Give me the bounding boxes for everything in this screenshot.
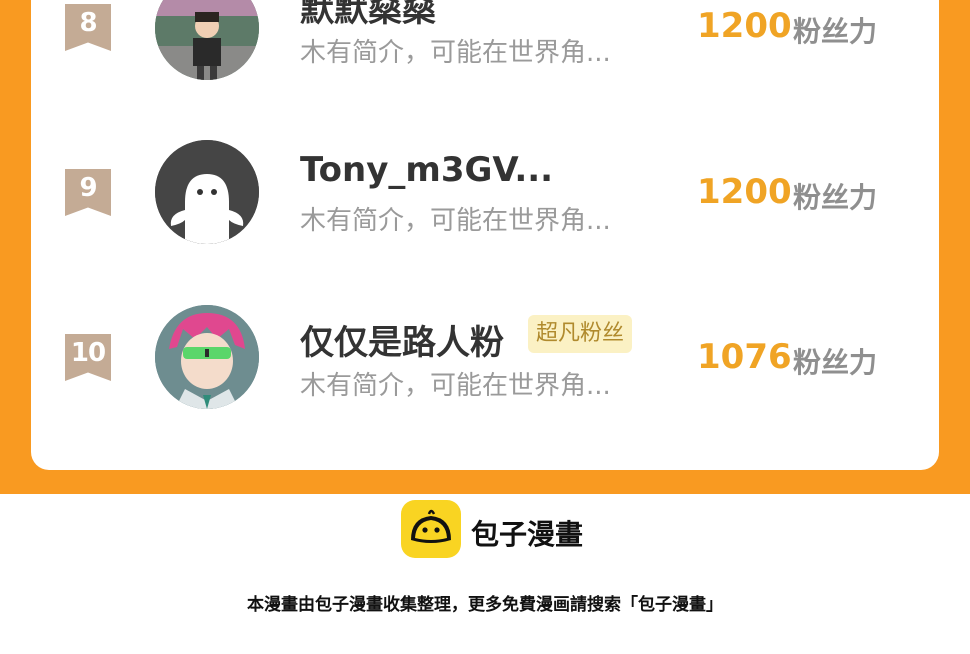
child-photo-avatar-icon bbox=[155, 0, 259, 80]
fan-score-value: 1200 bbox=[697, 172, 792, 212]
brand-name: 包子漫畫 bbox=[471, 518, 584, 551]
anime-pink-hair-avatar-icon bbox=[155, 305, 259, 409]
user-bio: 木有简介，可能在世界角... bbox=[300, 371, 611, 401]
fan-score-unit: 粉丝力 bbox=[793, 346, 878, 379]
user-name[interactable]: 默默燊燊 bbox=[300, 0, 436, 31]
user-avatar[interactable] bbox=[155, 0, 259, 80]
user-bio: 木有简介，可能在世界角... bbox=[300, 38, 611, 68]
rank-ribbon: 8 bbox=[65, 4, 111, 51]
leaderboard-row-10[interactable]: 10 仅仅是路人粉 超凡粉丝 木有简介，可能在世界角... 1076 粉丝力 bbox=[31, 295, 939, 425]
fan-score-unit: 粉丝力 bbox=[793, 181, 878, 214]
rank-ribbon: 10 bbox=[65, 334, 111, 381]
fan-score-unit: 粉丝力 bbox=[793, 15, 878, 48]
leaderboard-row-9[interactable]: 9 Tony_m3GV... 木有简介，可能在世界角... 1200 粉丝力 bbox=[31, 130, 939, 260]
fan-score-value: 1200 bbox=[697, 6, 792, 46]
footer-note: 本漫畫由包子漫畫收集整理，更多免費漫画請搜索「包子漫畫」 bbox=[247, 595, 723, 615]
user-name[interactable]: 仅仅是路人粉 bbox=[300, 315, 504, 364]
default-ghost-avatar-icon bbox=[155, 140, 259, 244]
rank-ribbon: 9 bbox=[65, 169, 111, 216]
user-avatar[interactable] bbox=[155, 140, 259, 244]
user-avatar[interactable] bbox=[155, 305, 259, 409]
fan-score-value: 1076 bbox=[697, 337, 792, 377]
user-name[interactable]: Tony_m3GV... bbox=[300, 150, 553, 190]
user-bio: 木有简介，可能在世界角... bbox=[300, 206, 611, 236]
leaderboard-card: 8 默默燊燊 木有简介，可能在世界角... 1200 粉丝力 9 Tony_m3… bbox=[31, 0, 939, 470]
baozi-bun-icon bbox=[401, 500, 461, 558]
leaderboard-row-8[interactable]: 8 默默燊燊 木有简介，可能在世界角... 1200 粉丝力 bbox=[31, 0, 939, 100]
fan-level-badge: 超凡粉丝 bbox=[528, 315, 633, 353]
